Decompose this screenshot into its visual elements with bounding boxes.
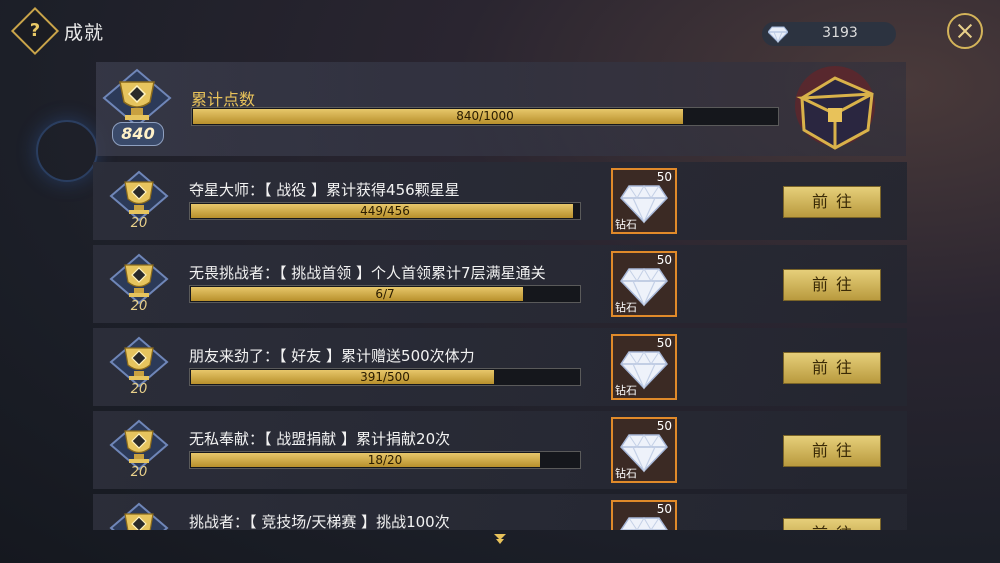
reward-quantity: 50 (656, 419, 672, 433)
summary-progress-text: 840/1000 (456, 109, 514, 123)
close-button[interactable] (947, 13, 983, 49)
achievement-title: 无畏挑战者：【 挑战首领 】个人首领累计7层满星通关 (189, 264, 546, 282)
trophy-icon (107, 502, 171, 530)
summary-progress-bar: 840/1000 (191, 107, 779, 126)
achievement-row: 20 挑战者：【 竞技场/天梯赛 】挑战100次 50 钻石 前往 (93, 494, 907, 530)
points-badge: 20 (130, 299, 148, 314)
go-button[interactable]: 前往 (783, 352, 881, 384)
achievement-progress-bar: 18/20 (189, 451, 581, 469)
help-icon: ? (29, 20, 41, 41)
page-title: 成就 (64, 22, 105, 44)
reward-item[interactable]: 50 钻石 (611, 500, 677, 530)
go-button[interactable]: 前往 (783, 269, 881, 301)
trophy-icon: 840 (98, 68, 176, 150)
go-button[interactable]: 前往 (783, 518, 881, 530)
achievement-row: 20 朋友来劲了：【 好友 】累计赠送500次体力 391/500 50 钻石 … (93, 328, 907, 406)
achievement-progress-text: 391/500 (360, 370, 410, 384)
currency-value: 3193 (822, 25, 858, 41)
achievement-title: 无私奉献：【 战盟捐献 】累计捐献20次 (189, 430, 451, 448)
reward-quantity: 50 (656, 253, 672, 267)
decorative-ring (36, 120, 98, 182)
reward-name: 钻石 (615, 384, 637, 397)
achievement-progress-text: 449/456 (360, 204, 410, 218)
achievement-list[interactable]: 20 夺星大师：【 战役 】累计获得456颗星星 449/456 50 钻石 前… (93, 162, 907, 530)
reward-quantity: 50 (656, 170, 672, 184)
reward-quantity: 50 (656, 336, 672, 350)
help-button[interactable]: ? (10, 6, 60, 56)
reward-name: 钻石 (615, 301, 637, 314)
achievement-progress-bar: 6/7 (189, 285, 581, 303)
achievement-progress-text: 18/20 (367, 453, 403, 467)
diamond-icon (768, 26, 788, 43)
achievement-row: 20 无私奉献：【 战盟捐献 】累计捐献20次 18/20 50 钻石 前往 (93, 411, 907, 489)
achievement-progress-text: 6/7 (375, 287, 395, 301)
top-bar: ? 成就 3193 (0, 0, 1000, 62)
achievement-title: 挑战者：【 竞技场/天梯赛 】挑战100次 (189, 513, 450, 530)
points-badge: 20 (130, 216, 148, 231)
reward-item[interactable]: 50 钻石 (611, 168, 677, 234)
go-button[interactable]: 前往 (783, 186, 881, 218)
scroll-down-icon[interactable] (493, 533, 507, 545)
reward-name: 钻石 (615, 467, 637, 480)
reward-item[interactable]: 50 钻石 (611, 334, 677, 400)
achievement-title: 夺星大师：【 战役 】累计获得456颗星星 (189, 181, 460, 199)
points-badge: 20 (130, 382, 148, 397)
achievement-row: 20 夺星大师：【 战役 】累计获得456颗星星 449/456 50 钻石 前… (93, 162, 907, 240)
points-badge: 20 (130, 465, 148, 480)
achievement-row: 20 无畏挑战者：【 挑战首领 】个人首领累计7层满星通关 6/7 50 钻石 … (93, 245, 907, 323)
reward-item[interactable]: 50 钻石 (611, 417, 677, 483)
achievement-progress-bar: 449/456 (189, 202, 581, 220)
achievement-title: 朋友来劲了：【 好友 】累计赠送500次体力 (189, 347, 475, 365)
treasure-chest-icon[interactable] (780, 64, 890, 152)
reward-name: 钻石 (615, 218, 637, 231)
reward-quantity: 50 (656, 502, 672, 516)
go-button[interactable]: 前往 (783, 435, 881, 467)
diamond-currency[interactable]: 3193 (762, 22, 896, 46)
reward-item[interactable]: 50 钻石 (611, 251, 677, 317)
achievement-progress-bar: 391/500 (189, 368, 581, 386)
total-points-badge: 840 (112, 122, 164, 146)
